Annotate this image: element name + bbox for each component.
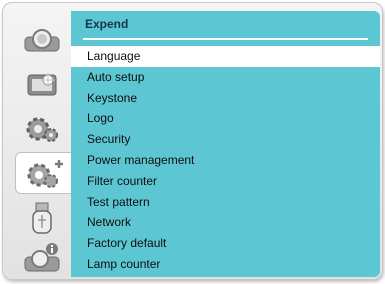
info-icon: [24, 243, 60, 272]
screen-icon: [24, 29, 60, 52]
sidebar-item-info[interactable]: [19, 239, 65, 277]
menu-item-lamp-counter[interactable]: Lamp counter: [71, 254, 380, 275]
sidebar: [15, 17, 72, 277]
page-title: Expend: [85, 17, 129, 31]
menu-item-factory-default[interactable]: Factory default: [71, 233, 380, 254]
menu-item-network[interactable]: Network: [71, 212, 380, 233]
sidebar-item-display[interactable]: [19, 65, 65, 103]
menu-item-keystone[interactable]: Keystone: [71, 88, 380, 109]
menu-item-auto-setup[interactable]: Auto setup: [71, 67, 380, 88]
menu-item-filter-counter[interactable]: Filter counter: [71, 171, 380, 192]
title-divider: [83, 38, 368, 40]
menu-item-language[interactable]: Language: [71, 46, 380, 67]
expand-gears-icon: [27, 160, 63, 188]
settings-gears-icon: [26, 117, 58, 142]
sidebar-item-screen[interactable]: [19, 21, 65, 59]
menu-item-security[interactable]: Security: [71, 129, 380, 150]
menu-item-logo[interactable]: Logo: [71, 108, 380, 129]
usb-icon: [32, 202, 52, 234]
menu-window: Expend Language Auto setup Keystone Logo…: [2, 2, 383, 280]
sidebar-item-expand[interactable]: [15, 152, 72, 194]
menu-panel: Expend Language Auto setup Keystone Logo…: [71, 11, 380, 277]
menu-item-test-pattern[interactable]: Test pattern: [71, 192, 380, 213]
menu-item-power-management[interactable]: Power management: [71, 150, 380, 171]
menu-list: Language Auto setup Keystone Logo Securi…: [71, 46, 380, 275]
display-adjust-icon: [27, 73, 57, 96]
sidebar-item-settings[interactable]: [19, 109, 65, 147]
sidebar-item-usb[interactable]: [19, 199, 65, 237]
